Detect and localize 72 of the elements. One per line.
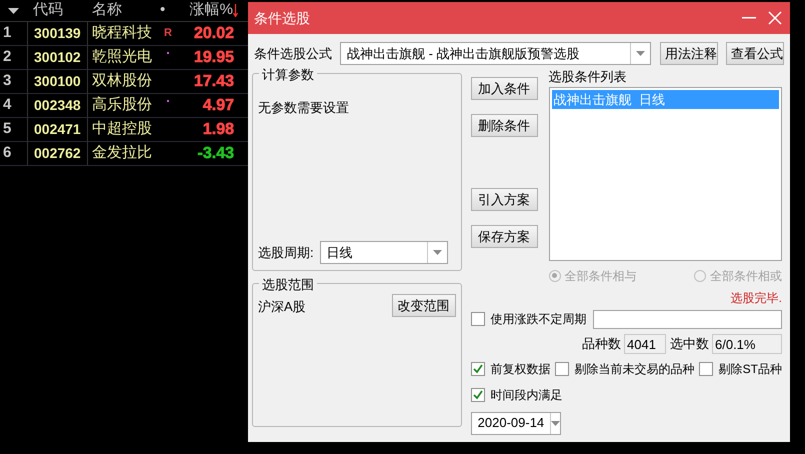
- stock-name: 高乐股份: [87, 94, 160, 117]
- list-title: 选股条件列表: [548, 68, 628, 86]
- dialog-button[interactable]: 删除条件: [470, 114, 538, 137]
- stock-name: 金发拉比: [87, 142, 160, 165]
- checkbox-label: 使用涨跌不定周期: [490, 311, 587, 328]
- stock-name: 晓程科技: [87, 22, 160, 45]
- checkbox[interactable]: [470, 388, 485, 402]
- checkbox[interactable]: [698, 362, 713, 376]
- count-label: 品种数: [582, 334, 621, 353]
- dropdown-field[interactable]: 日线: [320, 241, 448, 264]
- dialog-button[interactable]: 改变范围: [392, 294, 456, 317]
- dropdown-arrow-icon: [551, 420, 560, 426]
- dialog-button[interactable]: 保存方案: [470, 225, 538, 248]
- sort-down-icon: [233, 4, 238, 17]
- change-value: 19.95: [194, 50, 234, 66]
- dropdown-arrow-icon[interactable]: [8, 8, 19, 14]
- status-message: 选股完毕.: [730, 290, 782, 306]
- period-input[interactable]: [592, 310, 782, 328]
- radio-label: 全部条件相或: [710, 268, 782, 284]
- minimize-icon[interactable]: [742, 17, 756, 19]
- change-value: 1.98: [202, 122, 234, 138]
- dropdown-arrow-icon: [432, 250, 442, 255]
- checkbox-label: 剔除当前未交易的品种: [574, 360, 695, 378]
- column-header[interactable]: 代码: [27, 0, 87, 22]
- window-title: 条件选股: [254, 8, 310, 28]
- checkbox[interactable]: [554, 362, 569, 376]
- close-icon[interactable]: [768, 11, 782, 25]
- dropdown-field[interactable]: 战神出击旗舰 - 战神出击旗舰版预警选股: [340, 42, 651, 65]
- stock-code: 002348: [27, 94, 87, 117]
- column-header[interactable]: •: [160, 0, 176, 22]
- stock-name: 中超控股: [87, 118, 160, 141]
- dialog-button[interactable]: 加入条件: [470, 77, 538, 100]
- column-header[interactable]: 名称: [87, 0, 160, 22]
- column-header[interactable]: 涨幅%: [190, 0, 233, 22]
- row-number: 3: [2, 71, 12, 92]
- stock-name: 双林股份: [87, 70, 160, 93]
- stock-code: 002471: [27, 118, 87, 141]
- stock-code: 300100: [27, 70, 87, 93]
- range-value: 沪深A股: [258, 298, 306, 316]
- formula-label: 条件选股公式: [254, 44, 332, 63]
- dialog-button[interactable]: 用法注释: [660, 42, 718, 65]
- count-value: 6/0.1%: [712, 334, 782, 354]
- checkbox[interactable]: [470, 312, 485, 326]
- change-value: -3.43: [198, 146, 234, 162]
- checkbox-label: 时间段内满足: [490, 386, 563, 404]
- stock-code: 300139: [27, 22, 87, 45]
- radio-label: 全部条件相与: [564, 268, 637, 284]
- change-value: 17.43: [194, 74, 234, 90]
- row-number: 4: [2, 95, 12, 116]
- check-icon: [472, 364, 483, 374]
- period-label: 选股周期:: [258, 244, 314, 262]
- flag-letter: R: [164, 26, 172, 42]
- row-number: 6: [2, 143, 12, 164]
- check-icon: [472, 390, 483, 400]
- checkbox-label: 剔除ST品种: [718, 360, 782, 378]
- count-value: 4041: [624, 334, 666, 354]
- change-value: 4.97: [202, 98, 234, 114]
- count-label: 选中数: [670, 334, 709, 353]
- stock-code: 002762: [27, 142, 87, 165]
- row-number: 1: [2, 23, 12, 44]
- dropdown-arrow-icon: [636, 51, 645, 56]
- row-number: 5: [2, 119, 12, 140]
- dialog-button[interactable]: 引入方案: [470, 188, 538, 211]
- change-value: 20.02: [194, 26, 234, 42]
- dropdown-field[interactable]: 2020-09-14: [470, 412, 561, 434]
- checkbox-label: 前复权数据: [490, 360, 551, 378]
- params-message: 无参数需要设置: [258, 99, 350, 117]
- dialog-button[interactable]: 查看公式: [726, 42, 784, 65]
- row-number: 2: [2, 47, 12, 68]
- checkbox[interactable]: [470, 362, 485, 376]
- stock-code: 300102: [27, 46, 87, 69]
- stock-name: 乾照光电: [87, 46, 160, 69]
